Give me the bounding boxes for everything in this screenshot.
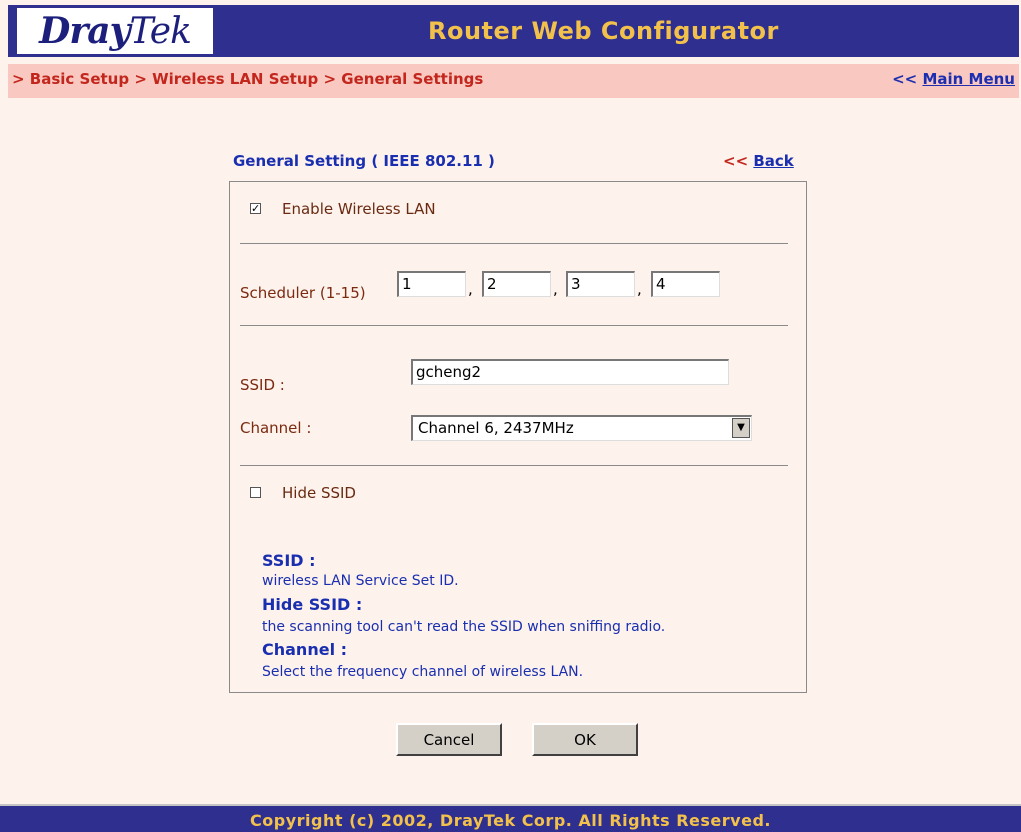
- divider: [240, 243, 788, 244]
- scheduler-input-4[interactable]: 4: [651, 271, 720, 297]
- help-channel-desc: Select the frequency channel of wireless…: [262, 664, 584, 680]
- help-ssid-term: SSID :: [262, 551, 316, 570]
- footer-bar: Copyright (c) 2002, DrayTek Corp. All Ri…: [0, 804, 1021, 832]
- main-menu-nav: << Main Menu: [892, 70, 1015, 88]
- chevron-down-icon[interactable]: ▼: [732, 418, 750, 438]
- back-prefix: <<: [723, 152, 754, 170]
- help-hide-ssid-term: Hide SSID :: [262, 595, 363, 614]
- help-ssid-desc: wireless LAN Service Set ID.: [262, 573, 459, 589]
- scheduler-separator: ,: [553, 280, 558, 298]
- hide-ssid-checkbox[interactable]: [250, 487, 261, 498]
- help-channel-term: Channel :: [262, 640, 348, 659]
- enable-wireless-checkbox[interactable]: ✓: [250, 203, 261, 214]
- scheduler-separator: ,: [637, 280, 642, 298]
- back-nav: << Back: [723, 152, 794, 170]
- ok-button[interactable]: OK: [532, 723, 638, 756]
- main-menu-prefix: <<: [892, 70, 923, 88]
- scheduler-input-2[interactable]: 2: [482, 271, 551, 297]
- settings-panel: ✓ Enable Wireless LAN Scheduler (1-15) 1…: [229, 181, 807, 693]
- divider: [240, 325, 788, 326]
- enable-wireless-label: Enable Wireless LAN: [282, 200, 436, 218]
- help-hide-ssid-desc: the scanning tool can't read the SSID wh…: [262, 619, 666, 635]
- channel-label: Channel :: [240, 419, 312, 437]
- breadcrumb: > Basic Setup > Wireless LAN Setup > Gen…: [12, 70, 484, 88]
- draytek-logo: Dray Tek: [16, 7, 214, 55]
- scheduler-separator: ,: [468, 280, 473, 298]
- ssid-label: SSID :: [240, 376, 285, 394]
- app-title: Router Web Configurator: [428, 17, 779, 45]
- channel-select[interactable]: Channel 6, 2437MHz ▼: [411, 415, 752, 441]
- divider: [240, 465, 788, 466]
- scheduler-input-3[interactable]: 3: [566, 271, 635, 297]
- scheduler-label: Scheduler (1-15): [240, 284, 366, 302]
- breadcrumb-bar: > Basic Setup > Wireless LAN Setup > Gen…: [8, 64, 1019, 98]
- section-title: General Setting ( IEEE 802.11 ): [233, 152, 495, 170]
- logo-text-part1: Dray: [39, 10, 130, 52]
- scheduler-input-1[interactable]: 1: [397, 271, 466, 297]
- header-bar: Dray Tek Router Web Configurator: [8, 5, 1019, 57]
- copyright-text: Copyright (c) 2002, DrayTek Corp. All Ri…: [250, 811, 771, 830]
- hide-ssid-label: Hide SSID: [282, 484, 356, 502]
- channel-select-value: Channel 6, 2437MHz: [418, 419, 574, 437]
- logo-text-part2: Tek: [129, 10, 192, 52]
- back-link[interactable]: Back: [753, 152, 793, 170]
- cancel-button[interactable]: Cancel: [396, 723, 502, 756]
- main-menu-link[interactable]: Main Menu: [922, 70, 1015, 88]
- ssid-input[interactable]: gcheng2: [411, 359, 729, 385]
